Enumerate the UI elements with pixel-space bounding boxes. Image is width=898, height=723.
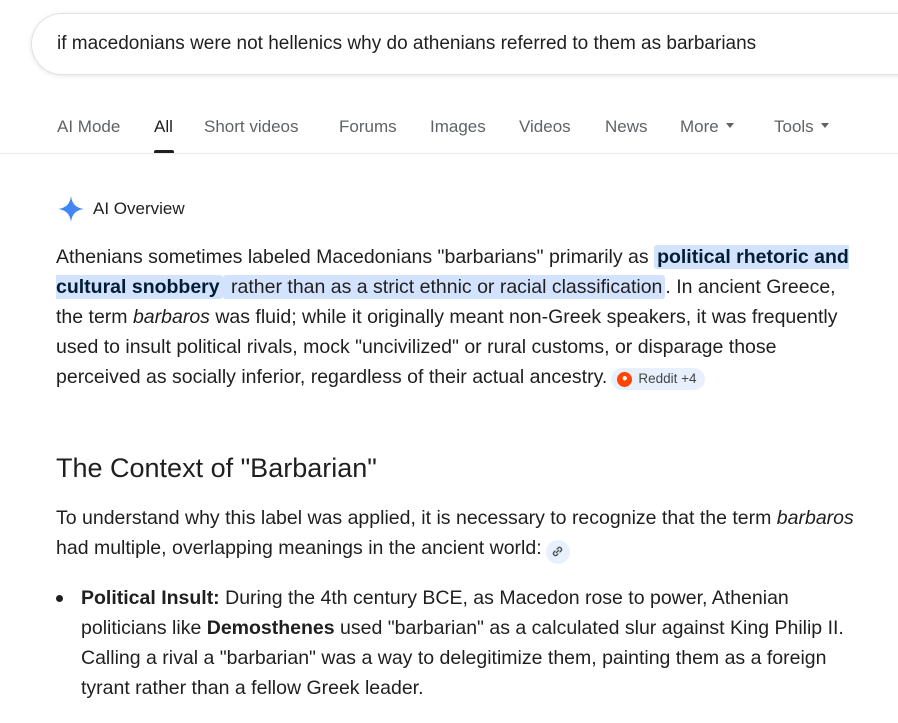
bullet-bold: Demosthenes <box>206 617 335 639</box>
active-tab-indicator <box>154 150 174 153</box>
summary-paragraph: Athenians sometimes labeled Macedonians … <box>56 242 856 392</box>
tab-more[interactable]: More <box>680 117 734 137</box>
search-query-text[interactable]: if macedonians were not hellenics why do… <box>57 33 756 55</box>
summary-text: Athenians sometimes labeled Macedonians … <box>56 246 655 268</box>
context-text: To understand why this label was applied… <box>56 507 777 529</box>
list-item: Political Insult: During the 4th century… <box>56 583 856 703</box>
term-italic: barbaros <box>776 507 854 529</box>
section-heading: The Context of "Barbarian" <box>56 453 377 483</box>
context-paragraph: To understand why this label was applied… <box>56 503 856 564</box>
search-tabs: AI Mode All Short videos Forums Images V… <box>0 100 898 154</box>
bullet-icon <box>56 595 63 602</box>
link-icon[interactable] <box>545 539 570 564</box>
tab-short-videos[interactable]: Short videos <box>204 117 299 137</box>
tab-ai-mode[interactable]: AI Mode <box>57 117 120 137</box>
search-input[interactable]: if macedonians were not hellenics why do… <box>31 13 898 75</box>
tab-images[interactable]: Images <box>430 117 486 137</box>
sparkle-icon <box>58 196 84 222</box>
ai-overview-summary: Athenians sometimes labeled Macedonians … <box>56 242 856 392</box>
tools-label: Tools <box>774 117 814 136</box>
ai-overview-title: AI Overview <box>93 199 185 218</box>
chevron-down-icon <box>725 123 734 129</box>
chevron-down-icon <box>820 123 829 129</box>
tab-news[interactable]: News <box>605 117 648 137</box>
tools-button[interactable]: Tools <box>774 117 829 137</box>
term-italic: barbaros <box>132 306 210 328</box>
highlight-text-rest: rather than as a strict ethnic or racial… <box>222 275 666 299</box>
tab-videos[interactable]: Videos <box>519 117 571 137</box>
tab-all[interactable]: All <box>154 117 173 137</box>
ai-overview-header: AI Overview <box>57 195 185 223</box>
bullet-label: Political Insult: <box>81 587 220 609</box>
tab-more-label: More <box>680 117 719 136</box>
source-chip[interactable]: ● Reddit +4 <box>611 368 705 390</box>
bullet-list: Political Insult: During the 4th century… <box>56 583 856 703</box>
bullet-text: Political Insult: During the 4th century… <box>81 583 856 703</box>
reddit-icon: ● <box>617 371 633 387</box>
source-chip-label: Reddit +4 <box>638 371 697 386</box>
context-text: had multiple, overlapping meanings in th… <box>56 537 542 559</box>
tab-forums[interactable]: Forums <box>339 117 397 137</box>
